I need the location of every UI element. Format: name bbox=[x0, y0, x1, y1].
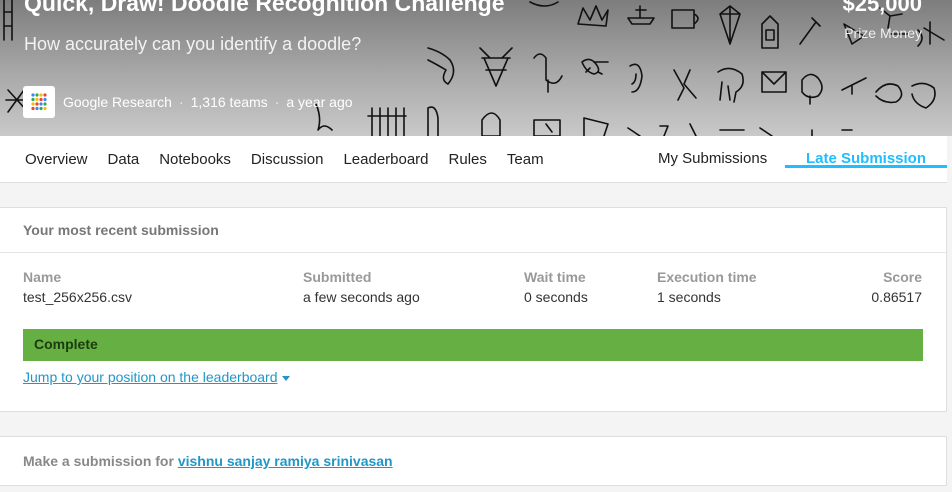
caret-down-icon bbox=[281, 375, 290, 381]
submitted-column: Submitted a few seconds ago bbox=[303, 269, 420, 305]
make-submission-prefix: Make a submission for bbox=[23, 453, 174, 469]
separator-dot: · bbox=[274, 94, 280, 110]
execution-time-column: Execution time 1 seconds bbox=[657, 269, 757, 305]
competition-header: Quick, Draw! Doodle Recognition Challeng… bbox=[0, 0, 952, 136]
score-value: 0.86517 bbox=[871, 289, 922, 305]
recent-submission-header: Your most recent submission bbox=[0, 208, 946, 253]
tab-data[interactable]: Data bbox=[108, 151, 140, 168]
tab-my-submissions[interactable]: My Submissions bbox=[658, 150, 767, 167]
jump-to-leaderboard-link[interactable]: Jump to your position on the leaderboard bbox=[23, 369, 290, 385]
prize-label: Prize Money bbox=[844, 25, 922, 41]
recent-submission-card: Your most recent submission Name test_25… bbox=[0, 207, 947, 412]
execution-time-value: 1 seconds bbox=[657, 289, 721, 305]
wait-time-value: 0 seconds bbox=[524, 289, 588, 305]
execution-time-label: Execution time bbox=[657, 269, 757, 285]
wait-time-column: Wait time 0 seconds bbox=[524, 269, 588, 305]
separator-dot: · bbox=[178, 94, 184, 110]
submission-details: Name test_256x256.csv Submitted a few se… bbox=[0, 253, 946, 323]
competition-subtitle: How accurately can you identify a doodle… bbox=[24, 34, 362, 54]
file-name: test_256x256.csv bbox=[23, 289, 132, 305]
host-name[interactable]: Google Research bbox=[63, 94, 172, 110]
tab-rules[interactable]: Rules bbox=[449, 151, 487, 168]
competition-meta: Google Research · 1,316 teams · a year a… bbox=[23, 86, 353, 118]
name-column: Name test_256x256.csv bbox=[23, 269, 132, 305]
tab-discussion[interactable]: Discussion bbox=[251, 151, 324, 168]
tab-late-submission[interactable]: Late Submission bbox=[785, 136, 947, 168]
prize-amount: $25,000 bbox=[842, 0, 922, 16]
tab-team[interactable]: Team bbox=[507, 151, 544, 168]
make-submission-text: Make a submission for vishnu sanjay rami… bbox=[23, 453, 393, 469]
jump-link-label: Jump to your position on the leaderboard bbox=[23, 369, 278, 385]
google-research-logo[interactable] bbox=[23, 86, 55, 118]
submitted-value: a few seconds ago bbox=[303, 289, 420, 305]
dot-grid-icon bbox=[31, 93, 47, 111]
user-link[interactable]: vishnu sanjay ramiya srinivasan bbox=[178, 453, 393, 469]
competition-age: a year ago bbox=[286, 94, 353, 110]
submitted-label: Submitted bbox=[303, 269, 372, 285]
make-submission-card: Make a submission for vishnu sanjay rami… bbox=[0, 436, 947, 486]
competition-title: Quick, Draw! Doodle Recognition Challeng… bbox=[24, 0, 505, 16]
tab-notebooks[interactable]: Notebooks bbox=[159, 151, 231, 168]
score-label: Score bbox=[883, 269, 922, 285]
status-bar: Complete bbox=[23, 329, 923, 361]
tab-overview[interactable]: Overview bbox=[25, 151, 88, 168]
team-count[interactable]: 1,316 teams bbox=[191, 94, 268, 110]
competition-tabs: Overview Data Notebooks Discussion Leade… bbox=[0, 136, 947, 183]
score-column: Score 0.86517 bbox=[871, 269, 922, 305]
wait-time-label: Wait time bbox=[524, 269, 586, 285]
tab-leaderboard[interactable]: Leaderboard bbox=[343, 151, 428, 168]
name-label: Name bbox=[23, 269, 62, 285]
